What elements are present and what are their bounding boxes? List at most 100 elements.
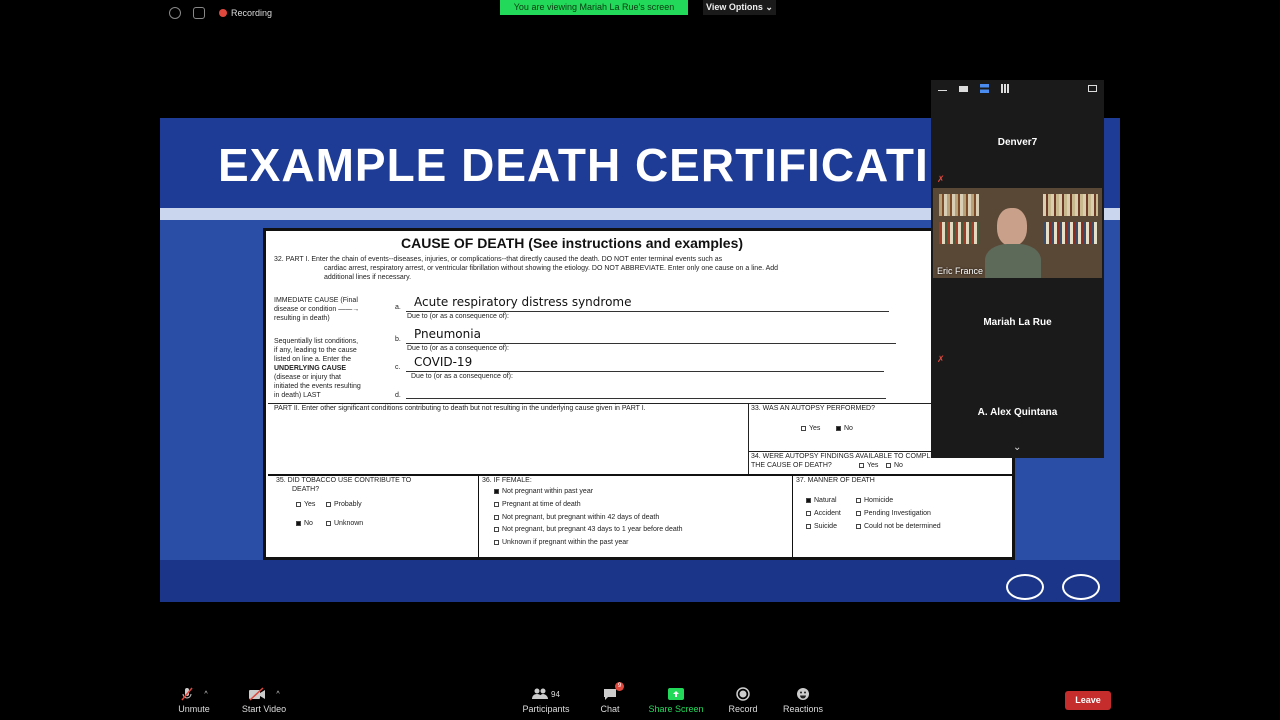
state-logo-icon	[1006, 574, 1044, 600]
autopsy-findings-question-1: 34. WERE AUTOPSY FINDINGS AVAILABLE TO C…	[751, 453, 944, 460]
checkbox[interactable]	[494, 514, 499, 520]
immediate-cause-label-2: disease or condition ——→	[274, 306, 360, 313]
female-option-4[interactable]: Not pregnant, but pregnant 43 days to 1 …	[494, 526, 683, 533]
checkbox[interactable]	[326, 520, 331, 526]
checkbox[interactable]	[806, 510, 811, 516]
checkbox[interactable]	[806, 497, 811, 503]
participant-name-tile[interactable]: Mariah La Rue	[931, 317, 1104, 328]
shield-icon[interactable]	[193, 7, 205, 19]
immediate-cause-label-3: resulting in death)	[274, 315, 330, 322]
checkbox[interactable]	[494, 488, 499, 494]
line-b-letter: b.	[395, 336, 401, 343]
participants-button[interactable]: 94 Participants	[511, 686, 581, 714]
participant-face	[997, 208, 1027, 246]
manner-accident-option[interactable]: Accident	[806, 510, 841, 517]
unmute-button[interactable]: ^ Unmute	[159, 686, 229, 714]
tobacco-unknown-option[interactable]: Unknown	[326, 520, 363, 527]
participant-video-tile[interactable]: Eric France	[933, 188, 1102, 278]
slide-title: EXAMPLE DEATH CERTIFICATI	[218, 139, 929, 191]
female-option-5[interactable]: Unknown if pregnant within the past year	[494, 539, 628, 546]
info-icon[interactable]	[169, 7, 181, 19]
thumbnail-view-icon[interactable]	[959, 86, 968, 92]
share-screen-icon	[641, 686, 711, 702]
smiley-icon	[768, 686, 838, 702]
cause-line-d-rule	[406, 398, 886, 399]
checkbox[interactable]	[856, 497, 861, 503]
certificate-heading: CAUSE OF DEATH (See instructions and exa…	[401, 235, 744, 251]
due-to-b: Due to (or as a consequence of):	[407, 345, 509, 352]
autopsy-findings-yes-option[interactable]: Yes	[859, 462, 878, 469]
reactions-button[interactable]: Reactions	[768, 686, 838, 714]
checkbox[interactable]	[494, 526, 499, 532]
checkbox[interactable]	[296, 520, 301, 526]
recording-indicator-icon	[219, 9, 227, 17]
reactions-label: Reactions	[782, 704, 824, 714]
part1-instructions-3: additional lines if necessary.	[324, 274, 412, 281]
minimize-icon[interactable]	[938, 90, 947, 91]
checkbox[interactable]	[856, 510, 861, 516]
tobacco-question-2: DEATH?	[292, 486, 320, 493]
female-option-1[interactable]: Not pregnant within past year	[494, 488, 593, 495]
sequential-label-4: UNDERLYING CAUSE	[274, 365, 347, 372]
participant-name-tile[interactable]: A. Alex Quintana	[931, 407, 1104, 418]
autopsy-no-option[interactable]: No	[836, 425, 853, 432]
checkbox[interactable]	[296, 501, 301, 507]
chevron-down-icon[interactable]: ⌄	[1013, 442, 1021, 453]
autopsy-yes-option[interactable]: Yes	[801, 425, 820, 432]
divider	[268, 474, 1012, 476]
sequential-label-2: if any, leading to the cause	[274, 347, 357, 354]
manner-undetermined-option[interactable]: Could not be determined	[856, 523, 941, 530]
speaker-view-icon[interactable]	[980, 84, 989, 93]
gallery-view-icon[interactable]	[1001, 84, 1010, 93]
line-d-letter: d.	[395, 392, 401, 399]
autopsy-findings-no-option[interactable]: No	[886, 462, 903, 469]
checkbox[interactable]	[326, 501, 331, 507]
checkbox[interactable]	[886, 462, 891, 468]
view-options-button[interactable]: View Options ⌄	[703, 0, 776, 15]
cause-line-a: Acute respiratory distress syndrome	[414, 295, 632, 309]
checkbox[interactable]	[494, 501, 499, 507]
exit-fullscreen-icon[interactable]	[1088, 85, 1097, 92]
cause-line-b: Pneumonia	[414, 327, 481, 341]
checkbox[interactable]	[836, 425, 841, 431]
leave-button[interactable]: Leave	[1065, 691, 1111, 710]
tobacco-probably-option[interactable]: Probably	[326, 501, 362, 508]
checkbox[interactable]	[856, 523, 861, 529]
department-seal-icon	[1062, 574, 1100, 600]
chevron-down-icon: ⌄	[765, 2, 773, 12]
unmute-label: Unmute	[178, 704, 210, 714]
manner-homicide-option[interactable]: Homicide	[856, 497, 893, 504]
checkbox[interactable]	[859, 462, 864, 468]
divider	[792, 476, 793, 558]
female-option-2[interactable]: Pregnant at time of death	[494, 501, 581, 508]
start-video-button[interactable]: ^ Start Video	[229, 686, 299, 714]
sequential-label-7: in death) LAST	[274, 392, 321, 399]
muted-microphone-icon: ^	[159, 686, 229, 702]
share-screen-label: Share Screen	[648, 704, 704, 714]
tobacco-no-option[interactable]: No	[296, 520, 313, 527]
manner-pending-option[interactable]: Pending Investigation	[856, 510, 931, 517]
checkbox[interactable]	[801, 425, 806, 431]
people-icon: 94	[511, 686, 581, 702]
death-certificate-excerpt: CAUSE OF DEATH (See instructions and exa…	[263, 228, 1015, 560]
checkbox[interactable]	[494, 539, 499, 545]
muted-mic-icon: ✗	[937, 174, 945, 184]
manner-natural-option[interactable]: Natural	[806, 497, 837, 504]
manner-suicide-option[interactable]: Suicide	[806, 523, 837, 530]
viewing-screen-banner: You are viewing Mariah La Rue's screen	[500, 0, 688, 15]
divider	[268, 403, 1012, 404]
cause-line-a-rule	[406, 311, 889, 312]
participants-gallery-panel: Denver7 ✗ Eric France Mariah La Rue ✗ A.…	[931, 80, 1104, 458]
part1-instructions-2: cardiac arrest, respiratory arrest, or v…	[324, 265, 779, 272]
share-screen-button[interactable]: Share Screen	[641, 686, 711, 714]
cause-line-b-rule	[406, 343, 896, 344]
divider	[478, 476, 479, 558]
checkbox[interactable]	[806, 523, 811, 529]
female-option-3[interactable]: Not pregnant, but pregnant within 42 day…	[494, 514, 659, 521]
cause-line-c-rule	[406, 371, 884, 372]
tobacco-yes-option[interactable]: Yes	[296, 501, 315, 508]
participants-count: 94	[551, 689, 560, 699]
meeting-top-bar: Recording You are viewing Mariah La Rue'…	[0, 0, 1280, 26]
participant-name-tile[interactable]: Denver7	[931, 137, 1104, 148]
chat-button[interactable]: 9 Chat	[575, 682, 645, 714]
